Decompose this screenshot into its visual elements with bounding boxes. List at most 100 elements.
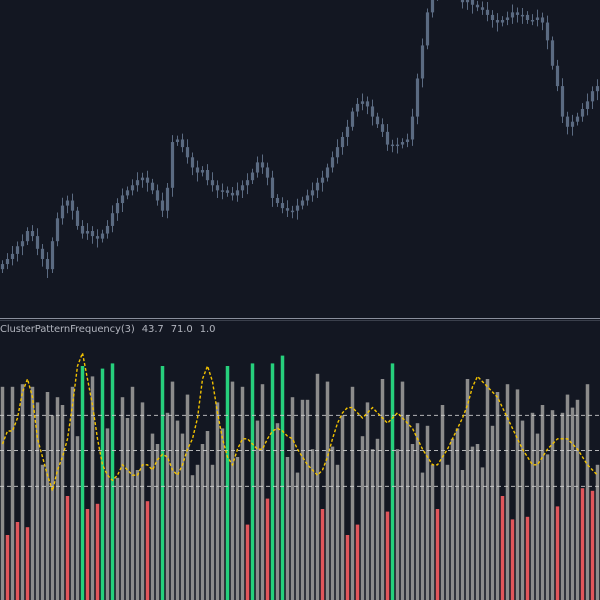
histogram-bar bbox=[460, 470, 465, 600]
histogram-bar bbox=[55, 397, 60, 600]
histogram-bar-low bbox=[510, 519, 515, 600]
histogram-bar bbox=[550, 410, 555, 600]
candle bbox=[550, 36, 555, 70]
histogram-bar-low bbox=[590, 490, 595, 600]
indicator-name: ClusterPatternFrequency(3) bbox=[0, 324, 135, 335]
histogram-bar-low bbox=[320, 509, 325, 600]
histogram-bar bbox=[495, 392, 500, 600]
histogram-bar bbox=[470, 446, 475, 600]
histogram-bar bbox=[585, 384, 590, 600]
histogram-bar bbox=[190, 475, 195, 600]
histogram-bar bbox=[290, 397, 295, 600]
histogram-bar bbox=[410, 444, 415, 600]
histogram-bar bbox=[50, 415, 55, 600]
histogram-bar bbox=[440, 405, 445, 600]
histogram-bar bbox=[235, 457, 240, 600]
histogram-bar bbox=[370, 449, 375, 600]
histogram-bar bbox=[445, 464, 450, 600]
histogram-bar-low bbox=[435, 509, 440, 600]
histogram-bar bbox=[180, 433, 185, 600]
histogram-bar-low bbox=[5, 535, 10, 600]
histogram-bar bbox=[485, 379, 490, 600]
histogram-bar bbox=[240, 386, 245, 600]
histogram-bar bbox=[560, 412, 565, 600]
histogram-bar-high bbox=[390, 363, 395, 600]
histogram-bar bbox=[70, 386, 75, 600]
histogram-bar bbox=[545, 454, 550, 600]
histogram-bar bbox=[185, 394, 190, 600]
histogram-bar bbox=[40, 464, 45, 600]
indicator-value-2: 71.0 bbox=[170, 324, 193, 335]
histogram-bar bbox=[405, 415, 410, 600]
histogram-bar bbox=[375, 438, 380, 600]
histogram-bar bbox=[210, 464, 215, 600]
histogram-bar bbox=[325, 381, 330, 600]
candle bbox=[170, 135, 175, 197]
indicator-legend[interactable]: ClusterPatternFrequency(3) 43.7 71.0 1.0 bbox=[0, 324, 219, 335]
histogram-bar bbox=[425, 425, 430, 600]
histogram-bar-low bbox=[85, 509, 90, 600]
histogram-bar bbox=[415, 423, 420, 600]
histogram-bar bbox=[480, 467, 485, 600]
histogram-bar bbox=[570, 407, 575, 600]
histogram-bar bbox=[430, 464, 435, 600]
histogram-bar-low bbox=[145, 501, 150, 600]
histogram-bar bbox=[115, 477, 120, 600]
histogram-bar-low bbox=[265, 498, 270, 600]
histogram-bar bbox=[125, 418, 130, 600]
histogram-bar bbox=[200, 444, 205, 600]
histogram-bar bbox=[420, 472, 425, 600]
histogram-bar bbox=[260, 384, 265, 600]
histogram-bar bbox=[155, 444, 160, 600]
histogram-bar bbox=[20, 384, 25, 600]
histogram-bar-low bbox=[580, 488, 585, 600]
histogram-bar bbox=[515, 389, 520, 600]
histogram-bar bbox=[285, 457, 290, 600]
histogram-bar-low bbox=[355, 524, 360, 600]
histogram-bar-low bbox=[245, 524, 250, 600]
chart-background bbox=[0, 0, 600, 600]
histogram-bar bbox=[595, 464, 600, 600]
histogram-bar bbox=[490, 425, 495, 600]
histogram-bar-high bbox=[225, 366, 230, 600]
histogram-bar bbox=[400, 381, 405, 600]
histogram-bar-high bbox=[100, 368, 105, 600]
histogram-bar bbox=[540, 405, 545, 600]
histogram-bar-low bbox=[345, 535, 350, 600]
histogram-bar bbox=[170, 381, 175, 600]
histogram-bar bbox=[0, 386, 5, 600]
histogram-bar-low bbox=[65, 496, 70, 600]
histogram-bar bbox=[535, 433, 540, 600]
histogram-bar bbox=[140, 402, 145, 600]
histogram-bar-low bbox=[500, 496, 505, 600]
histogram-bar bbox=[335, 464, 340, 600]
histogram-bar-low bbox=[95, 503, 100, 600]
histogram-bar bbox=[340, 415, 345, 600]
histogram-bar-low bbox=[15, 522, 20, 600]
indicator-value-1: 43.7 bbox=[141, 324, 164, 335]
histogram-bar-low bbox=[385, 511, 390, 600]
histogram-bar bbox=[315, 373, 320, 600]
histogram-bar bbox=[215, 402, 220, 600]
histogram-bar bbox=[455, 428, 460, 600]
histogram-bar bbox=[575, 399, 580, 600]
histogram-bar bbox=[450, 438, 455, 600]
histogram-bar-high bbox=[250, 363, 255, 600]
histogram-bar bbox=[130, 386, 135, 600]
histogram-bar-high bbox=[280, 355, 285, 600]
histogram-bar bbox=[135, 470, 140, 600]
histogram-bar bbox=[505, 384, 510, 600]
histogram-bar-high bbox=[80, 366, 85, 600]
histogram-bar bbox=[75, 436, 80, 600]
histogram-bar bbox=[300, 399, 305, 600]
histogram-bar bbox=[275, 423, 280, 600]
histogram-bar-low bbox=[25, 527, 30, 600]
histogram-bar bbox=[465, 379, 470, 600]
histogram-bar bbox=[310, 449, 315, 600]
histogram-bar-low bbox=[555, 506, 560, 600]
histogram-bar bbox=[120, 397, 125, 600]
histogram-bar bbox=[195, 464, 200, 600]
histogram-bar bbox=[380, 379, 385, 600]
histogram-bar bbox=[360, 436, 365, 600]
histogram-bar bbox=[220, 428, 225, 600]
